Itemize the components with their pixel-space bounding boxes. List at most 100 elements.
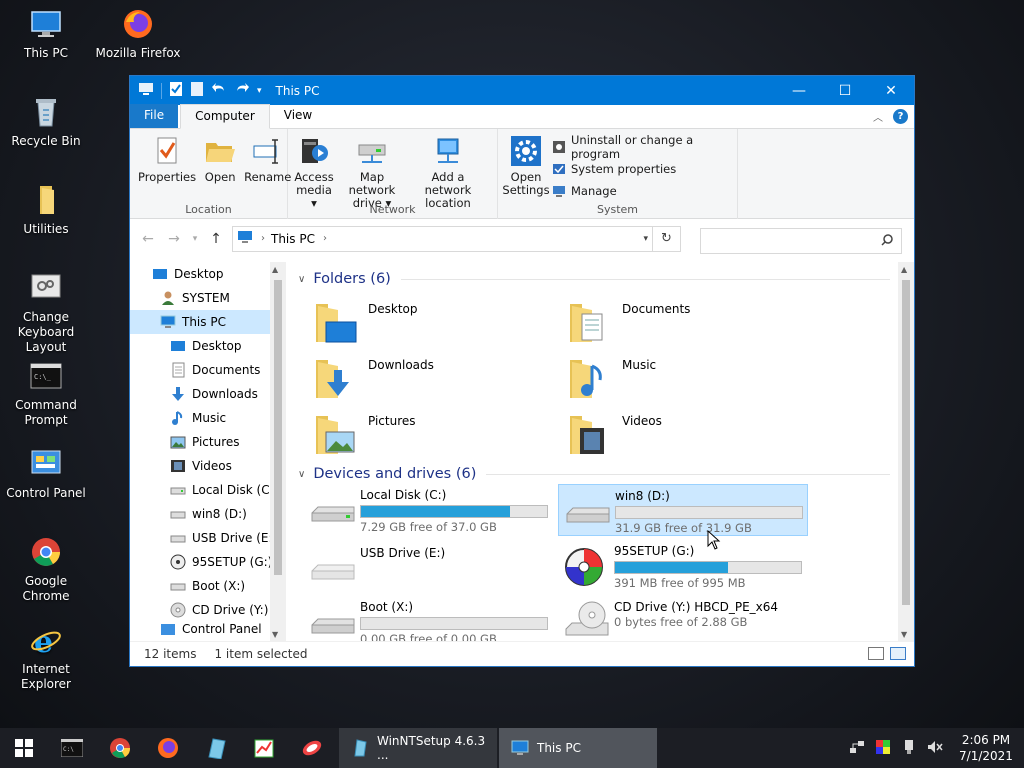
color-tray-icon[interactable]	[875, 739, 891, 758]
drive-free-space: 0 bytes free of 2.88 GB	[614, 615, 748, 629]
folder-downloads[interactable]: Downloads	[314, 358, 434, 400]
start-button[interactable]	[0, 728, 48, 768]
taskbar-app-6[interactable]	[288, 728, 336, 768]
group-header-devices[interactable]: ∨ Devices and drives (6)	[298, 466, 890, 482]
taskbar-task-this-pc[interactable]: This PC	[499, 728, 657, 768]
nav-scroll-thumb[interactable]	[274, 280, 282, 575]
recent-locations-chevron-icon[interactable]: ▾	[190, 234, 200, 244]
group-label-system: System	[596, 203, 639, 216]
clock[interactable]: 2:06 PM 7/1/2021	[956, 732, 1016, 764]
desktop-icon-control-panel[interactable]: Control Panel	[0, 448, 92, 501]
network-tray-icon[interactable]	[849, 739, 865, 758]
desktop-icon-google-chrome[interactable]: Google Chrome	[0, 536, 92, 604]
maximize-button[interactable]: ☐	[822, 76, 868, 105]
uninstall-program-button[interactable]: Uninstall or change a program	[552, 133, 733, 161]
nav-item-local-disk-c[interactable]: Local Disk (C:)	[130, 478, 285, 502]
taskbar-app-5[interactable]	[240, 728, 288, 768]
system-properties-button[interactable]: System properties	[552, 159, 733, 178]
up-arrow-icon[interactable]: ↑	[206, 231, 226, 247]
folder-music[interactable]: Music	[568, 358, 656, 400]
nav-item-music[interactable]: Music	[130, 406, 285, 430]
refresh-icon[interactable]: ↻	[652, 226, 680, 251]
address-dropdown-icon[interactable]: ▾	[643, 234, 648, 244]
usb-tray-icon[interactable]	[901, 739, 917, 758]
desktop-icon-change-keyboard-layout[interactable]: Change Keyboard Layout	[0, 272, 92, 355]
chevron-down-icon[interactable]: ▾	[257, 86, 262, 96]
scroll-down-icon[interactable]: ▼	[272, 630, 278, 639]
drive-cd-y[interactable]: CD Drive (Y:) HBCD_PE_x64 0 bytes free o…	[558, 596, 808, 642]
content-scrollbar[interactable]: ▲ ▼	[898, 262, 914, 642]
content-scroll-thumb[interactable]	[902, 280, 910, 605]
folder-documents[interactable]: Documents	[568, 302, 690, 344]
drive-local-disk-c[interactable]: Local Disk (C:) 7.29 GB free of 37.0 GB	[304, 484, 554, 536]
close-button[interactable]: ✕	[868, 76, 914, 105]
taskbar-chrome[interactable]	[96, 728, 144, 768]
nav-item-win8-d[interactable]: win8 (D:)	[130, 502, 285, 526]
nav-item-95setup-g[interactable]: 95SETUP (G:)	[130, 550, 285, 574]
manage-button[interactable]: Manage	[552, 181, 733, 200]
large-icons-view-icon[interactable]	[890, 647, 906, 660]
minimize-button[interactable]: —	[776, 76, 822, 105]
details-view-icon[interactable]	[868, 647, 884, 660]
drive-95setup-g[interactable]: 95SETUP (G:) 391 MB free of 995 MB	[558, 540, 808, 592]
redo-icon[interactable]	[234, 82, 250, 99]
nav-item-downloads[interactable]: Downloads	[130, 382, 285, 406]
undo-icon[interactable]	[211, 82, 227, 99]
back-arrow-icon[interactable]: ←	[138, 231, 158, 247]
mute-speaker-icon[interactable]	[927, 739, 943, 758]
download-arrow-icon	[170, 386, 186, 402]
folder-pictures[interactable]: Pictures	[314, 414, 416, 456]
drive-boot-x[interactable]: Boot (X:) 0.00 GB free of 0.00 GB	[304, 596, 554, 642]
collapse-ribbon-icon[interactable]: ︿	[873, 109, 883, 124]
nav-item-documents[interactable]: Documents	[130, 358, 285, 382]
nav-item-desktop-root[interactable]: Desktop	[130, 262, 285, 286]
svg-text:C:\_: C:\_	[34, 373, 52, 381]
search-input[interactable]	[700, 228, 902, 254]
nav-item-cd-drive-y[interactable]: CD Drive (Y:) H	[130, 598, 285, 622]
desktop-icon-command-prompt[interactable]: C:\_ Command Prompt	[0, 360, 92, 428]
nav-item-this-pc[interactable]: This PC	[130, 310, 285, 334]
tab-computer[interactable]: Computer	[180, 104, 270, 129]
nav-item-usb-drive-e[interactable]: USB Drive (E:)	[130, 526, 285, 550]
title-bar[interactable]: ▾ This PC — ☐ ✕	[130, 76, 914, 105]
breadcrumb-this-pc[interactable]: This PC	[271, 232, 315, 246]
properties-icon[interactable]	[169, 81, 183, 100]
breadcrumb-chevron-icon[interactable]: ›	[261, 233, 265, 244]
scroll-down-icon[interactable]: ▼	[901, 630, 907, 639]
taskbar-command-prompt[interactable]: C:\	[48, 728, 96, 768]
taskbar-task-winntsetup[interactable]: WinNTSetup 4.6.3 ...	[339, 728, 497, 768]
address-bar[interactable]: › This PC › ▾ ↻	[232, 225, 681, 252]
nav-item-videos[interactable]: Videos	[130, 454, 285, 478]
folder-videos[interactable]: Videos	[568, 414, 662, 456]
chevron-down-icon[interactable]: ∨	[298, 274, 305, 285]
drive-win8-d[interactable]: win8 (D:) 31.9 GB free of 31.9 GB	[558, 484, 808, 536]
nav-item-pictures[interactable]: Pictures	[130, 430, 285, 454]
tab-file[interactable]: File	[130, 104, 179, 128]
breadcrumb-chevron-icon[interactable]: ›	[323, 233, 327, 244]
desktop-icon-firefox[interactable]: Mozilla Firefox	[92, 8, 184, 61]
nav-item-boot-x[interactable]: Boot (X:)	[130, 574, 285, 598]
nav-item-control-panel[interactable]: Control Panel	[130, 622, 285, 636]
desktop-icon-this-pc[interactable]: This PC	[0, 8, 92, 61]
drive-usb-e[interactable]: USB Drive (E:)	[304, 542, 554, 594]
taskbar-app-4[interactable]	[192, 728, 240, 768]
scroll-up-icon[interactable]: ▲	[272, 265, 278, 274]
nav-item-desktop[interactable]: Desktop	[130, 334, 285, 358]
desktop-icon-recycle-bin[interactable]: Recycle Bin	[0, 96, 92, 149]
pictures-icon	[170, 434, 186, 450]
nav-item-system-user[interactable]: SYSTEM	[130, 286, 285, 310]
folder-desktop[interactable]: Desktop	[314, 302, 418, 344]
taskbar-firefox[interactable]	[144, 728, 192, 768]
chevron-down-icon[interactable]: ∨	[298, 469, 305, 480]
new-folder-icon[interactable]	[190, 81, 204, 100]
group-header-folders[interactable]: ∨ Folders (6)	[298, 271, 890, 287]
desktop-icon-internet-explorer[interactable]: e Internet Explorer	[0, 624, 92, 692]
desktop-icon-utilities[interactable]: Utilities	[0, 184, 92, 237]
tab-view[interactable]: View	[270, 104, 326, 128]
nav-scrollbar[interactable]: ▲ ▼	[270, 262, 286, 642]
forward-arrow-icon[interactable]: →	[164, 231, 184, 247]
help-icon[interactable]: ?	[893, 109, 908, 124]
scroll-up-icon[interactable]: ▲	[901, 265, 907, 274]
hard-drive-icon	[308, 487, 358, 533]
open-settings-label: Open Settings	[502, 170, 550, 197]
